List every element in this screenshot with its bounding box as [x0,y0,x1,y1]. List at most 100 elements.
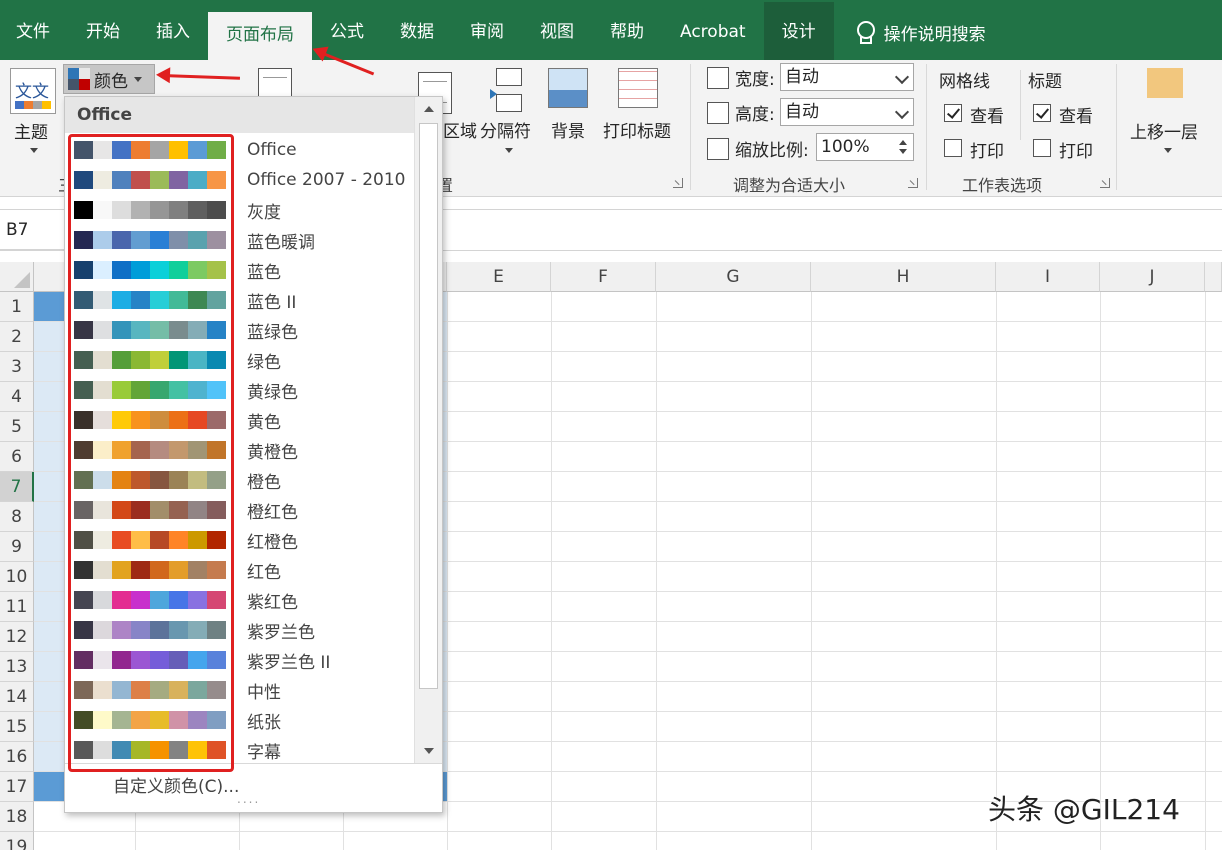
height-select[interactable]: 自动 [780,98,914,126]
scroll-thumb[interactable] [419,123,438,689]
theme-item[interactable]: 蓝绿色 [71,315,415,345]
breaks-icon[interactable] [490,68,526,112]
colors-dropdown[interactable]: Office Office Office 2007 - 2010 灰度 蓝色暖调 蓝色蓝… [64,96,443,813]
row-header[interactable]: 10 [0,562,34,592]
theme-item[interactable]: 橙色 [71,465,415,495]
column-header-i[interactable]: I [996,262,1100,292]
dropdown-scrollbar[interactable] [414,97,442,763]
theme-name: 中性 [247,682,281,703]
row-header[interactable]: 3 [0,352,34,382]
theme-name: 红色 [247,562,281,583]
row-header[interactable]: 1 [0,292,34,322]
theme-item[interactable]: 蓝色暖调 [71,225,415,255]
select-all-corner[interactable] [0,262,34,292]
headings-print-checkbox[interactable] [1033,139,1051,157]
row-header[interactable]: 16 [0,742,34,772]
row-header[interactable]: 6 [0,442,34,472]
resize-grip-icon[interactable]: .... [237,792,260,806]
scroll-up-icon[interactable] [424,106,434,112]
row-header[interactable]: 12 [0,622,34,652]
theme-item[interactable]: 黄色 [71,405,415,435]
theme-item[interactable]: 黄绿色 [71,375,415,405]
bring-forward-icon[interactable] [1147,68,1191,112]
print-titles-label[interactable]: 打印标题 [603,117,671,142]
spin-up-icon[interactable] [899,140,907,145]
tab-help[interactable]: 帮助 [592,2,662,62]
theme-item[interactable]: 中性 [71,675,415,705]
themes-button-label[interactable]: 主题 [14,118,48,143]
theme-name: 黄橙色 [247,442,298,463]
breaks-label[interactable]: 分隔符 [480,117,531,142]
page-setup-launcher-icon[interactable] [673,178,683,188]
theme-item[interactable]: 紫红色 [71,585,415,615]
scale-launcher-icon[interactable] [908,178,918,188]
chevron-down-icon [134,76,142,82]
row-header[interactable]: 13 [0,652,34,682]
row-header[interactable]: 18 [0,802,34,832]
sheet-options-launcher-icon[interactable] [1100,178,1110,188]
theme-item[interactable]: Office 2007 - 2010 [71,165,415,195]
row-header[interactable]: 7 [0,472,34,502]
row-header[interactable]: 17 [0,772,34,802]
theme-item[interactable]: 字幕 [71,735,415,765]
print-area-label[interactable]: 区域 [443,117,477,142]
color-swatch [93,591,112,609]
theme-item[interactable]: 纸张 [71,705,415,735]
tab-insert[interactable]: 插入 [138,2,208,62]
tell-me-search[interactable]: 操作说明搜索 [834,2,986,62]
row-header[interactable]: 2 [0,322,34,352]
row-header[interactable]: 19 [0,832,34,850]
color-swatch [188,171,207,189]
column-header-e[interactable]: E [447,262,551,292]
customize-colors-item[interactable]: 自定义颜色(C)... [113,772,239,797]
themes-icon[interactable]: 文文 [10,68,56,114]
tab-acrobat[interactable]: Acrobat [662,2,764,62]
theme-item[interactable]: 灰度 [71,195,415,225]
tab-page-layout[interactable]: 页面布局 [208,12,312,60]
theme-item[interactable]: 黄橙色 [71,435,415,465]
theme-item[interactable]: Office [71,135,415,165]
theme-item[interactable]: 绿色 [71,345,415,375]
dropdown-header: Office [65,97,415,133]
column-header-h[interactable]: H [811,262,996,292]
row-header[interactable]: 15 [0,712,34,742]
theme-item[interactable]: 蓝色 [71,255,415,285]
tab-home[interactable]: 开始 [68,2,138,62]
scale-stepper[interactable]: 100% [816,133,914,161]
bring-forward-label[interactable]: 上移一层 [1130,118,1198,143]
gridlines-view-label: 查看 [970,107,1004,127]
tab-view[interactable]: 视图 [522,2,592,62]
spin-down-icon[interactable] [899,149,907,154]
row-header[interactable]: 11 [0,592,34,622]
headings-view-checkbox[interactable] [1033,104,1051,122]
theme-item[interactable]: 紫罗兰色 II [71,645,415,675]
width-select[interactable]: 自动 [780,63,914,91]
column-header-f[interactable]: F [551,262,656,292]
tab-review[interactable]: 审阅 [452,2,522,62]
theme-item[interactable]: 橙红色 [71,495,415,525]
color-swatch [112,441,131,459]
tab-file[interactable]: 文件 [0,2,68,62]
color-swatch [188,291,207,309]
theme-item[interactable]: 红橙色 [71,525,415,555]
table-column-a[interactable] [34,292,66,772]
tab-design[interactable]: 设计 [763,2,834,62]
column-header-g[interactable]: G [656,262,811,292]
row-header[interactable]: 8 [0,502,34,532]
print-titles-icon[interactable] [618,68,658,108]
background-icon[interactable] [548,68,588,108]
gridlines-view-checkbox[interactable] [944,104,962,122]
row-header[interactable]: 9 [0,532,34,562]
theme-item[interactable]: 红色 [71,555,415,585]
scroll-down-icon[interactable] [424,748,434,754]
column-header-j[interactable]: J [1100,262,1205,292]
row-header[interactable]: 14 [0,682,34,712]
row-header[interactable]: 4 [0,382,34,412]
background-label[interactable]: 背景 [551,117,585,142]
colors-button[interactable]: 颜色 [63,64,155,94]
row-header[interactable]: 5 [0,412,34,442]
gridlines-print-checkbox[interactable] [944,139,962,157]
tab-data[interactable]: 数据 [382,2,452,62]
theme-item[interactable]: 紫罗兰色 [71,615,415,645]
theme-item[interactable]: 蓝色 II [71,285,415,315]
